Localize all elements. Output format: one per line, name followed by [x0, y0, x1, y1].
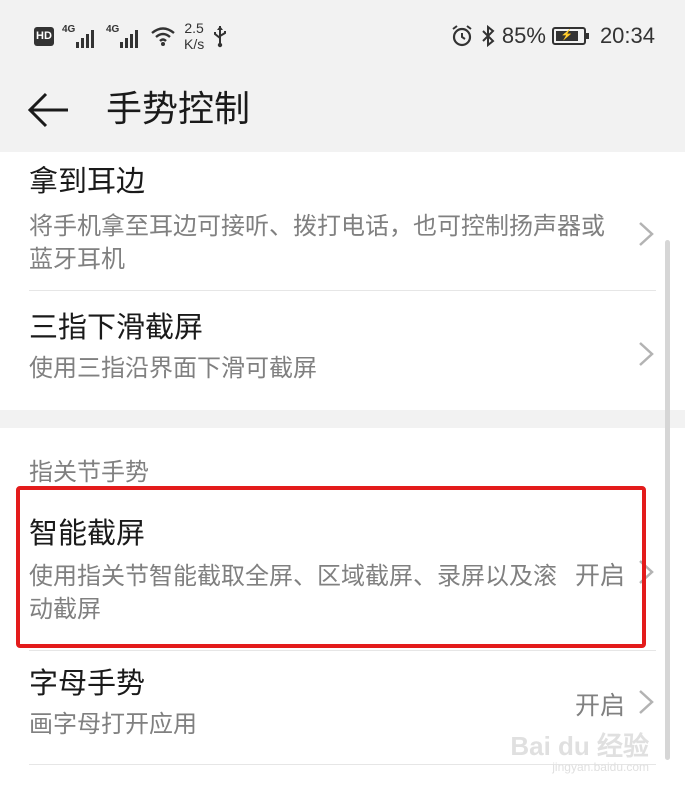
item-title: 拿到耳边	[29, 164, 146, 198]
signal-label: 4G	[62, 24, 76, 35]
bluetooth-icon	[482, 24, 495, 48]
settings-list: 拿到耳边 将手机拿至耳边可接听、拨打电话，也可控制扬声器或蓝牙耳机 三指下滑截屏…	[0, 152, 685, 788]
divider	[29, 650, 656, 651]
item-description: 使用三指沿界面下滑可截屏	[29, 354, 317, 382]
chevron-right-icon	[639, 560, 654, 584]
chevron-right-icon	[639, 690, 654, 714]
network-speed: 2.5 K/s	[184, 20, 204, 52]
item-status: 开启	[574, 691, 625, 720]
speed-value: 2.5	[184, 20, 204, 36]
page-title: 手势控制	[106, 89, 251, 130]
list-item-letter-gesture[interactable]: 字母手势 画字母打开应用 开启	[0, 664, 685, 741]
back-arrow-icon[interactable]	[26, 90, 72, 130]
chevron-right-icon	[639, 342, 654, 366]
battery-percent: 85%	[501, 23, 546, 48]
speed-unit: K/s	[184, 36, 205, 52]
app-header: 手势控制	[0, 72, 685, 152]
signal-icon: 4G	[62, 24, 98, 48]
section-label: 指关节手势	[29, 458, 149, 486]
signal-label: 4G	[106, 24, 120, 35]
list-item-three-finger-screenshot[interactable]: 三指下滑截屏 使用三指沿界面下滑可截屏	[0, 308, 685, 385]
chevron-right-icon	[639, 222, 654, 246]
battery-icon: ⚡	[551, 27, 589, 45]
watermark: Bai du 经验 jingyan.baidu.com	[510, 732, 649, 774]
item-description: 使用指关节智能截取全屏、区域截屏、录屏以及滚动截屏	[29, 562, 557, 623]
clock-time: 20:34	[599, 23, 655, 48]
wifi-icon	[151, 27, 175, 46]
section-gap	[0, 410, 685, 428]
alarm-icon	[452, 25, 472, 47]
status-right: 85% ⚡ 20:34	[450, 18, 655, 54]
item-title: 智能截屏	[29, 516, 146, 550]
signal-icon: 4G	[106, 24, 142, 48]
divider	[29, 290, 656, 291]
watermark-url: jingyan.baidu.com	[552, 760, 649, 774]
list-item-smart-screenshot[interactable]: 智能截屏 使用指关节智能截取全屏、区域截屏、录屏以及滚动截屏 开启	[0, 514, 685, 626]
scrollbar[interactable]	[665, 240, 670, 760]
item-title: 三指下滑截屏	[29, 310, 204, 344]
watermark-logo: Bai du 经验	[510, 731, 649, 761]
item-description: 将手机拿至耳边可接听、拨打电话，也可控制扬声器或蓝牙耳机	[29, 212, 605, 273]
hd-badge: HD	[34, 26, 54, 46]
status-left: HD 4G 4G 2.5 K/s	[34, 18, 228, 54]
item-status: 开启	[574, 561, 625, 590]
status-bar: HD 4G 4G 2.5 K/s 85% ⚡ 20:34	[0, 0, 685, 72]
list-item-ear-answer[interactable]: 拿到耳边 将手机拿至耳边可接听、拨打电话，也可控制扬声器或蓝牙耳机	[0, 162, 685, 276]
usb-icon	[214, 26, 227, 48]
